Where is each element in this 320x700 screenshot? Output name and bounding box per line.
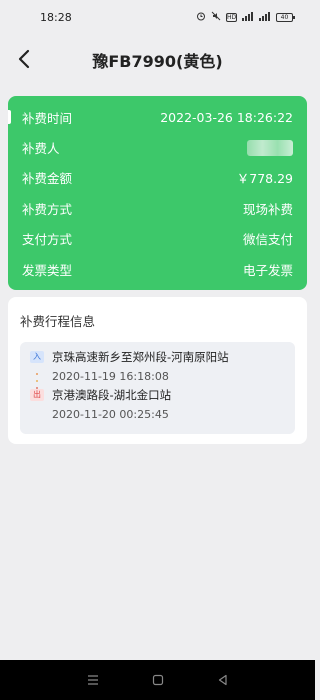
row-value: ￥778.29 [236, 171, 293, 187]
info-row-pay-type: 支付方式 微信支付 [22, 224, 293, 254]
entry-time: 2020-11-19 16:18:08 [52, 370, 169, 383]
chevron-left-icon [18, 49, 30, 69]
signal-icon [242, 11, 254, 23]
payment-info-card: 补费时间 2022-03-26 18:26:22 补费人 补费金额 ￥778.2… [8, 96, 307, 290]
page-title: 豫FB7990(黄色) [92, 52, 223, 71]
row-label: 发票类型 [22, 262, 73, 278]
exit-time: 2020-11-20 00:25:45 [52, 408, 169, 421]
row-label: 支付方式 [22, 232, 73, 248]
row-label: 补费时间 [22, 110, 73, 126]
status-bar: 18:28 HD 40 [0, 0, 315, 34]
mute-icon [211, 11, 221, 23]
status-icons: HD 40 [196, 11, 295, 23]
info-row-amount: 补费金额 ￥778.29 [22, 163, 293, 193]
row-value: 现场补费 [242, 201, 293, 217]
info-row-payer: 补费人 [22, 132, 293, 162]
row-label: 补费方式 [22, 201, 73, 217]
signal-icon [259, 11, 271, 23]
entry-badge: 入 [30, 351, 44, 363]
alarm-icon [196, 11, 206, 23]
status-time: 18:28 [40, 10, 72, 24]
row-value: 电子发票 [242, 262, 293, 278]
exit-station: 京港澳路段-湖北金口站 [52, 388, 172, 402]
back-triangle-icon[interactable] [216, 673, 230, 687]
trip-title: 补费行程信息 [20, 314, 96, 329]
row-label: 补费金额 [22, 171, 73, 187]
menu-icon[interactable] [86, 673, 100, 687]
info-row-time: 补费时间 2022-03-26 18:26:22 [22, 102, 293, 132]
system-nav-bar [0, 660, 315, 700]
home-square-icon[interactable] [151, 673, 165, 687]
page-header: 豫FB7990(黄色) [0, 40, 315, 80]
battery-icon: 40 [276, 12, 295, 22]
route-dots [36, 368, 39, 398]
row-value: 2022-03-26 18:26:22 [160, 109, 293, 125]
trip-route-box: 入 京珠高速新乡至郑州段-河南原阳站 2020-11-19 16:18:08 出… [20, 342, 295, 434]
info-row-method: 补费方式 现场补费 [22, 193, 293, 223]
entry-stop: 入 京珠高速新乡至郑州段-河南原阳站 2020-11-19 16:18:08 [30, 348, 295, 386]
exit-stop: 出 京港澳路段-湖北金口站 2020-11-20 00:25:45 [30, 386, 295, 424]
trip-info-card: 补费行程信息 入 京珠高速新乡至郑州段-河南原阳站 2020-11-19 16:… [8, 297, 307, 444]
info-row-invoice: 发票类型 电子发票 [22, 254, 293, 284]
hd-icon: HD [226, 12, 237, 22]
blurred-payer-name [247, 139, 293, 156]
row-label: 补费人 [22, 141, 60, 157]
battery-level: 40 [280, 13, 289, 21]
entry-station: 京珠高速新乡至郑州段-河南原阳站 [52, 350, 229, 364]
row-value: 微信支付 [242, 232, 293, 248]
back-button[interactable] [14, 48, 36, 70]
